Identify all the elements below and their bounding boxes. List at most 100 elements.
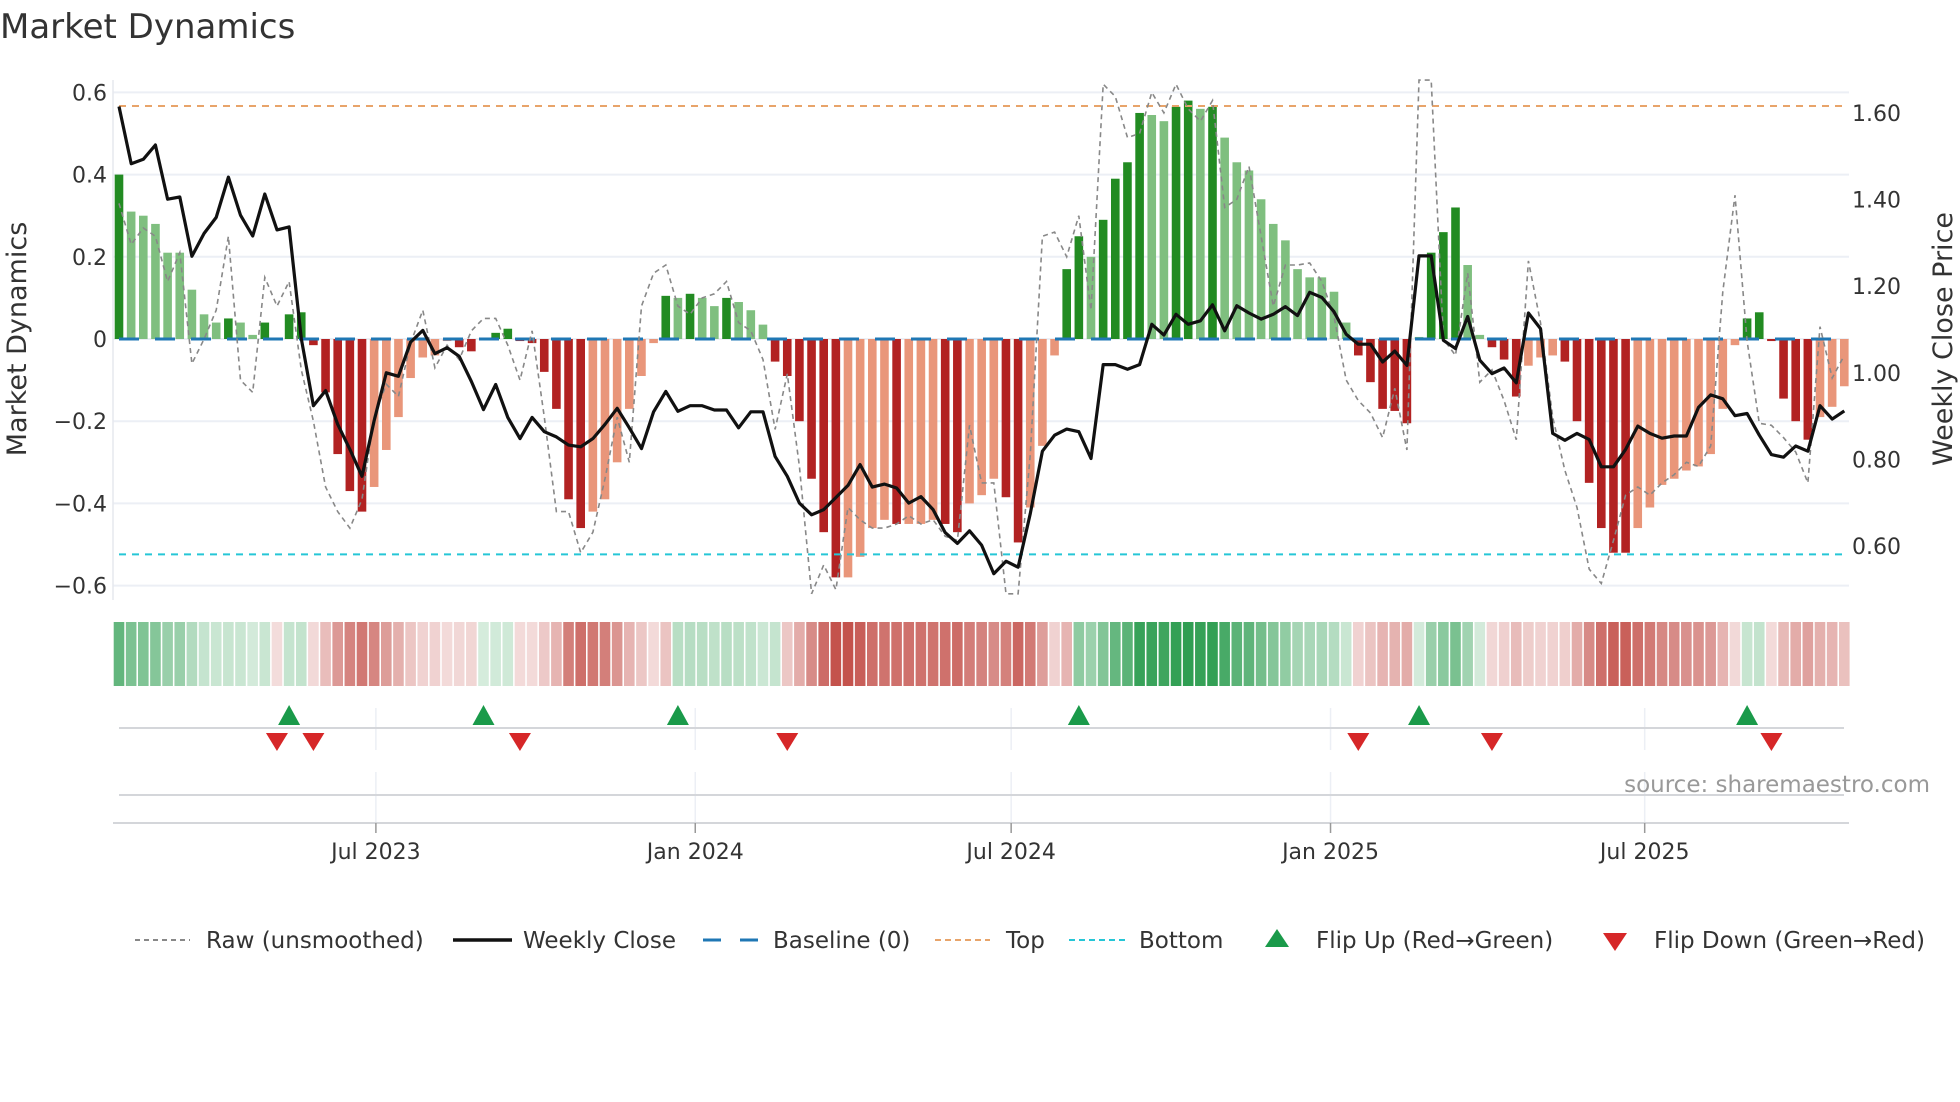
right-axis-label: Weekly Close Price xyxy=(1928,212,1959,466)
momentum-bar xyxy=(126,211,136,339)
regime-cell xyxy=(1012,622,1024,686)
momentum-bar xyxy=(321,339,330,393)
momentum-bar xyxy=(1196,108,1205,339)
legend-bottom-label: Bottom xyxy=(1139,928,1223,954)
momentum-bar xyxy=(1050,339,1059,356)
regime-cell xyxy=(1705,622,1716,686)
regime-cell xyxy=(1741,622,1753,686)
momentum-bar xyxy=(1281,240,1290,339)
regime-cell xyxy=(1510,622,1522,686)
raw-unsmoothed-line xyxy=(118,79,1846,595)
momentum-bar xyxy=(940,339,950,524)
regime-cell xyxy=(1134,622,1145,686)
momentum-bar xyxy=(1609,339,1618,553)
momentum-bar xyxy=(357,339,367,512)
flip-down-marker xyxy=(1347,733,1370,751)
flip-down-marker xyxy=(508,733,531,751)
momentum-bar xyxy=(1645,339,1655,508)
momentum-bar xyxy=(637,339,646,376)
momentum-bar xyxy=(819,339,828,533)
legend-flip-down-label: Flip Down (Green→Red) xyxy=(1654,928,1925,954)
momentum-bar xyxy=(1499,339,1509,360)
regime-cell xyxy=(927,622,939,686)
regime-cell xyxy=(1182,622,1194,686)
momentum-bar xyxy=(1038,339,1047,446)
regime-cell xyxy=(891,622,902,686)
momentum-bar xyxy=(1147,115,1157,339)
x-tick-labels: Jul 2023 Jan 2024 Jul 2024 Jan 2025 Jul 2025 xyxy=(329,823,1689,865)
regime-cell xyxy=(1753,622,1765,686)
momentum-bar xyxy=(224,318,233,339)
flip-up-marker xyxy=(278,705,301,725)
regime-cell xyxy=(757,622,769,686)
momentum-bar xyxy=(1767,339,1776,342)
momentum-bar xyxy=(1183,100,1193,340)
left-tick-labels: 0.6 0.4 0.2 0 −0.2 −0.4 −0.6 xyxy=(54,81,107,599)
flip-up-marker xyxy=(1067,705,1090,725)
momentum-bar xyxy=(746,310,756,339)
y-right-tick-label: 1.40 xyxy=(1852,189,1901,214)
momentum-bar xyxy=(1560,339,1570,362)
y-right-tick-label: 1.60 xyxy=(1852,102,1901,127)
momentum-bar xyxy=(625,339,634,409)
regime-cell xyxy=(526,622,538,686)
regime-cell xyxy=(1425,622,1437,686)
regime-cell xyxy=(964,622,975,686)
regime-cell xyxy=(1049,622,1060,686)
regime-cell xyxy=(636,622,647,686)
regime-cell xyxy=(490,622,501,686)
momentum-bar xyxy=(807,339,816,479)
regime-cell xyxy=(1717,622,1729,686)
regime-cell xyxy=(1110,622,1121,686)
momentum-bar xyxy=(710,306,719,339)
x-tick-label: Jul 2025 xyxy=(1598,840,1690,865)
regime-cell xyxy=(1474,622,1486,686)
regime-cell xyxy=(1729,622,1741,686)
regime-cell xyxy=(1620,622,1631,686)
momentum-bar xyxy=(1779,339,1788,399)
regime-cell xyxy=(988,622,1000,686)
momentum-bar xyxy=(697,297,707,339)
flip-up-marker xyxy=(1736,705,1759,725)
momentum-bar xyxy=(1657,339,1667,485)
momentum-bar xyxy=(843,339,853,578)
regime-cell xyxy=(1219,622,1230,686)
regime-cell xyxy=(247,622,258,686)
regime-cell xyxy=(1000,622,1012,686)
regime-cell xyxy=(733,622,744,686)
regime-cell xyxy=(1523,622,1534,686)
momentum-bar xyxy=(114,174,124,339)
momentum-bar xyxy=(880,339,889,520)
momentum-bar xyxy=(1572,339,1582,422)
momentum-bar xyxy=(1669,339,1679,479)
regime-cell xyxy=(854,622,866,686)
regime-cell xyxy=(1231,622,1243,686)
x-tick-label: Jul 2023 xyxy=(329,840,421,865)
regime-cell xyxy=(210,622,222,686)
regime-cell xyxy=(709,622,720,686)
momentum-bar xyxy=(1754,312,1764,339)
regime-cell xyxy=(1693,622,1704,686)
flip-down-marker xyxy=(776,733,799,751)
momentum-bar xyxy=(236,322,245,339)
momentum-bar xyxy=(855,339,865,557)
momentum-bar xyxy=(163,252,172,339)
regime-cell xyxy=(781,622,793,686)
momentum-bar xyxy=(382,339,391,450)
y-tick-label: −0.2 xyxy=(54,410,107,435)
regime-cell xyxy=(575,622,586,686)
momentum-bar xyxy=(977,339,986,496)
momentum-bar xyxy=(831,339,841,578)
market-dynamics-chart: Market Dynamics 0.6 0.4 0.2 0 −0.2 −0.4 −0.6 1… xyxy=(0,7,1959,954)
regime-cell xyxy=(235,622,246,686)
momentum-bar xyxy=(1135,112,1144,339)
regime-cell xyxy=(1267,622,1279,686)
y-right-tick-label: 1.20 xyxy=(1852,275,1901,300)
momentum-bar xyxy=(1524,339,1533,366)
flip-up-marker xyxy=(666,705,689,725)
regime-cell xyxy=(1353,622,1364,686)
momentum-bar xyxy=(1584,339,1594,483)
regime-cell xyxy=(1535,622,1546,686)
regime-cell xyxy=(611,622,623,686)
regime-cell xyxy=(867,622,878,686)
